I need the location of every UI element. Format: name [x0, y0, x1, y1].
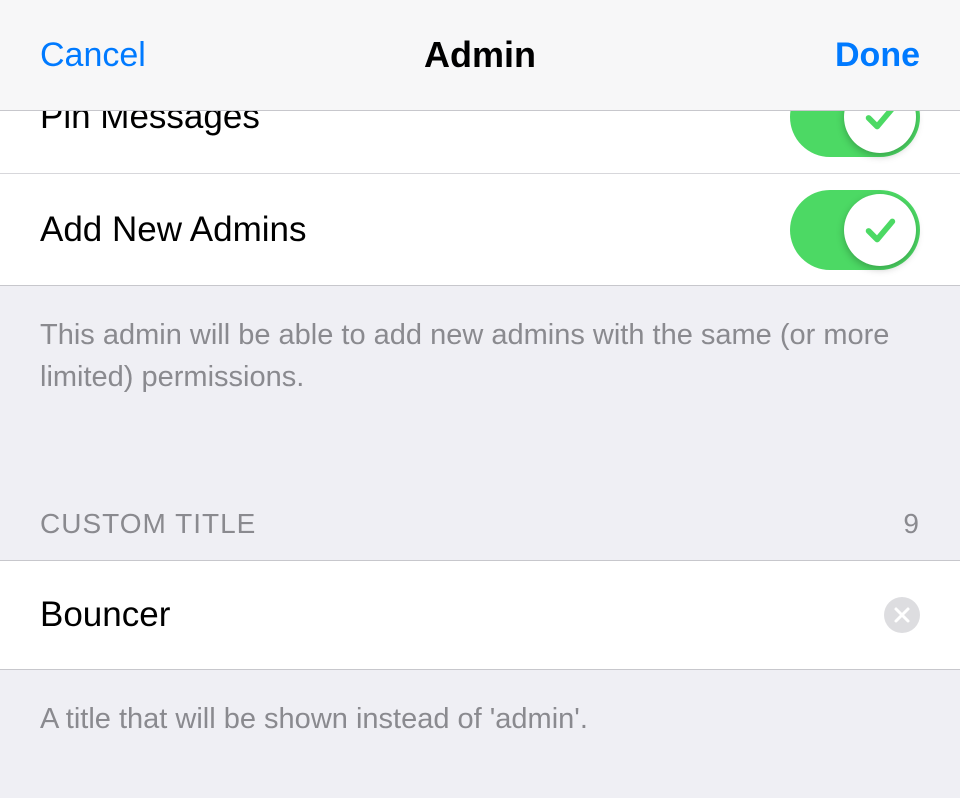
footer-add-new-admins: This admin will be able to add new admin…: [0, 286, 960, 398]
partial-top-clip: Pin Messages: [0, 111, 960, 173]
custom-title-remaining: 9: [903, 508, 920, 540]
row-label-add-new-admins: Add New Admins: [40, 210, 307, 250]
toggle-thumb: [844, 194, 916, 266]
row-pin-messages[interactable]: Pin Messages: [0, 111, 960, 173]
toggle-add-new-admins[interactable]: [790, 190, 920, 270]
toggle-thumb: [844, 111, 916, 153]
check-icon: [861, 111, 899, 136]
custom-title-row[interactable]: [0, 560, 960, 670]
row-label-pin-messages: Pin Messages: [40, 111, 260, 137]
row-add-new-admins[interactable]: Add New Admins: [0, 173, 960, 286]
close-icon: [893, 606, 911, 624]
done-button[interactable]: Done: [835, 0, 920, 110]
section-header-label: CUSTOM TITLE: [40, 508, 256, 540]
page-title: Admin: [424, 34, 536, 76]
navbar: Cancel Admin Done: [0, 0, 960, 111]
check-icon: [861, 211, 899, 249]
cancel-button[interactable]: Cancel: [40, 0, 146, 110]
clear-button[interactable]: [884, 597, 920, 633]
content-area: Pin Messages Add New Admins This admin w…: [0, 111, 960, 798]
toggle-pin-messages[interactable]: [790, 111, 920, 157]
footer-custom-title: A title that will be shown instead of 'a…: [0, 670, 960, 740]
section-header-custom-title: CUSTOM TITLE 9: [0, 508, 960, 560]
custom-title-input[interactable]: [40, 595, 864, 635]
